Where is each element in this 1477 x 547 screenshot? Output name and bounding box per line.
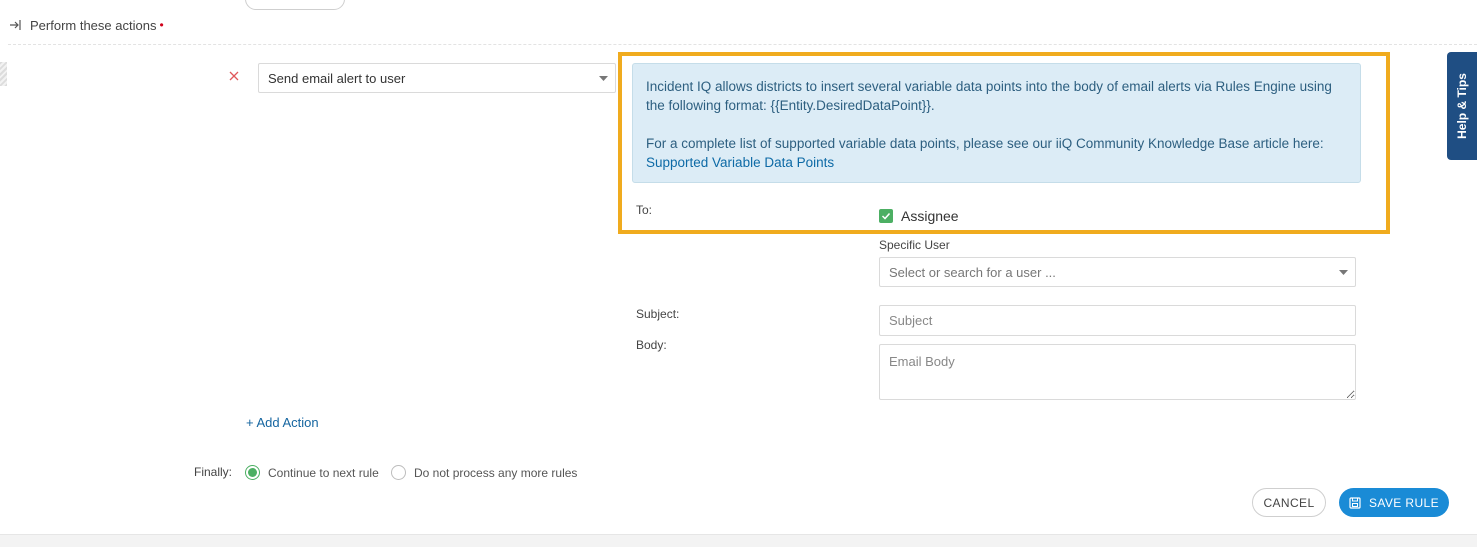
section-divider [8, 44, 1477, 45]
radio-continue-next-rule[interactable]: Continue to next rule [245, 465, 379, 480]
user-select[interactable]: Select or search for a user ... [879, 257, 1356, 287]
info-text-line1: Incident IQ allows districts to insert s… [646, 79, 1332, 113]
help-tips-tab[interactable]: Help & Tips [1447, 52, 1477, 160]
section-header: Perform these actions • [8, 17, 164, 33]
chevron-down-icon [1339, 270, 1348, 275]
variable-data-info-box: Incident IQ allows districts to insert s… [632, 63, 1361, 183]
footer-strip [0, 534, 1477, 547]
checkmark-icon [881, 212, 891, 220]
radio-label: Continue to next rule [268, 465, 379, 480]
chevron-down-icon [599, 76, 608, 81]
radio-button-checked[interactable] [245, 465, 260, 480]
remove-action-icon[interactable] [227, 69, 241, 83]
action-type-value: Send email alert to user [268, 71, 406, 86]
to-label: To: [636, 203, 653, 217]
radio-label: Do not process any more rules [414, 465, 578, 480]
assignee-checkbox-row[interactable]: Assignee [879, 208, 959, 224]
help-tips-label: Help & Tips [1455, 73, 1469, 139]
enter-arrow-icon [10, 20, 21, 30]
subject-input[interactable] [879, 305, 1356, 336]
action-type-select[interactable]: Send email alert to user [258, 63, 616, 93]
specific-user-label: Specific User [879, 238, 950, 252]
subject-label: Subject: [636, 307, 680, 321]
supported-variables-link[interactable]: Supported Variable Data Points [646, 155, 834, 170]
body-label: Body: [636, 338, 667, 352]
add-action-link[interactable]: + Add Action [246, 415, 319, 430]
cancel-button-label: CANCEL [1263, 495, 1315, 510]
save-button-label: SAVE RULE [1368, 495, 1440, 510]
assignee-label: Assignee [901, 208, 959, 224]
radio-stop-processing[interactable]: Do not process any more rules [391, 465, 577, 480]
radio-button-unchecked[interactable] [391, 465, 406, 480]
section-title: Perform these actions [30, 17, 157, 33]
save-disk-icon [1349, 496, 1361, 509]
required-marker: • [159, 18, 164, 32]
save-rule-button[interactable]: SAVE RULE [1339, 488, 1449, 517]
previous-step-pill [245, 0, 345, 10]
email-body-textarea[interactable] [879, 344, 1356, 400]
finally-label: Finally: [194, 465, 233, 479]
info-text-line2-prefix: For a complete list of supported variabl… [646, 136, 1324, 151]
info-text-line2: For a complete list of supported variabl… [646, 134, 1347, 172]
user-select-placeholder: Select or search for a user ... [889, 265, 1056, 280]
assignee-checkbox[interactable] [879, 209, 893, 223]
cancel-button[interactable]: CANCEL [1252, 488, 1326, 517]
drag-handle[interactable] [0, 62, 7, 86]
